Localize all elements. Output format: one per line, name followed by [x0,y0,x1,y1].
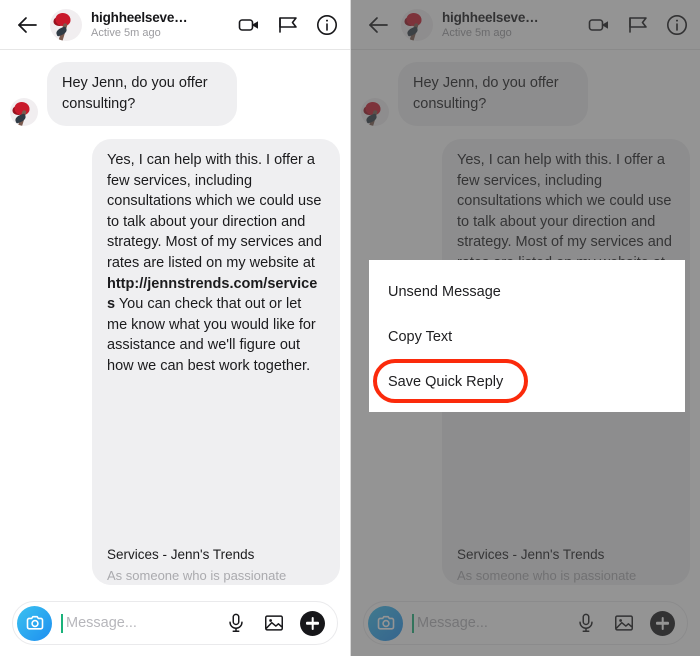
composer-pill[interactable]: Message... [12,601,338,645]
menu-item-label: Unsend Message [388,283,501,300]
chat-title-block[interactable]: highheelseve… Active 5m ago [91,10,230,39]
message-text-after-link: You can check that out or let me know wh… [107,296,316,374]
message-input[interactable]: Message... [61,613,216,633]
composer-actions [216,610,325,636]
menu-item-save-quick-reply[interactable]: Save Quick Reply [369,359,685,404]
info-icon[interactable] [314,12,340,38]
profile-avatar[interactable] [50,8,82,41]
menu-item-label: Save Quick Reply [388,373,504,390]
message-composer: Message... [0,590,350,656]
screenshot-panels: highheelseve… Active 5m ago Hey Jenn, do… [0,0,700,656]
message-placeholder: Message... [66,615,137,631]
sender-avatar[interactable] [10,98,38,127]
plus-icon[interactable] [300,610,325,636]
microphone-icon[interactable] [224,611,248,635]
message-text-before-link: Yes, I can help with this. I offer a few… [107,152,322,272]
link-preview-card[interactable]: Services - Jenn's Trends As someone who … [92,382,340,586]
menu-item-unsend-message[interactable]: Unsend Message [369,269,685,314]
link-preview-description: As someone who is passionate [107,567,287,583]
avatar-leaf-shape [54,26,68,37]
message-row-incoming: Hey Jenn, do you offer consulting? [10,62,340,127]
link-preview-image-area [107,393,325,545]
menu-item-copy-text[interactable]: Copy Text [369,314,685,359]
chat-username: highheelseve… [91,9,188,25]
phone-screen-right: highheelseve… Active 5m ago [350,0,700,656]
chat-header: highheelseve… Active 5m ago [0,0,350,50]
message-row-outgoing: Yes, I can help with this. I offer a few… [10,139,340,586]
message-bubble-incoming[interactable]: Hey Jenn, do you offer consulting? [47,62,237,127]
back-arrow-icon[interactable] [12,10,42,40]
photo-icon[interactable] [262,611,286,635]
message-bubble-outgoing[interactable]: Yes, I can help with this. I offer a few… [92,139,340,586]
text-cursor [61,613,63,633]
link-preview-title: Services - Jenn's Trends [107,546,255,562]
message-context-menu[interactable]: Unsend Message Copy Text Save Quick Repl… [369,260,685,412]
flag-icon[interactable] [275,12,301,38]
menu-item-label: Copy Text [388,328,453,345]
avatar-leaf-shape [14,113,27,124]
header-actions [230,12,340,38]
message-body: Yes, I can help with this. I offer a few… [107,150,325,382]
active-status: Active 5m ago [91,26,161,39]
camera-icon[interactable] [17,605,52,641]
phone-screen-left: highheelseve… Active 5m ago Hey Jenn, do… [0,0,350,656]
message-thread[interactable]: Hey Jenn, do you offer consulting? Yes, … [0,50,350,589]
video-call-icon[interactable] [236,12,262,38]
